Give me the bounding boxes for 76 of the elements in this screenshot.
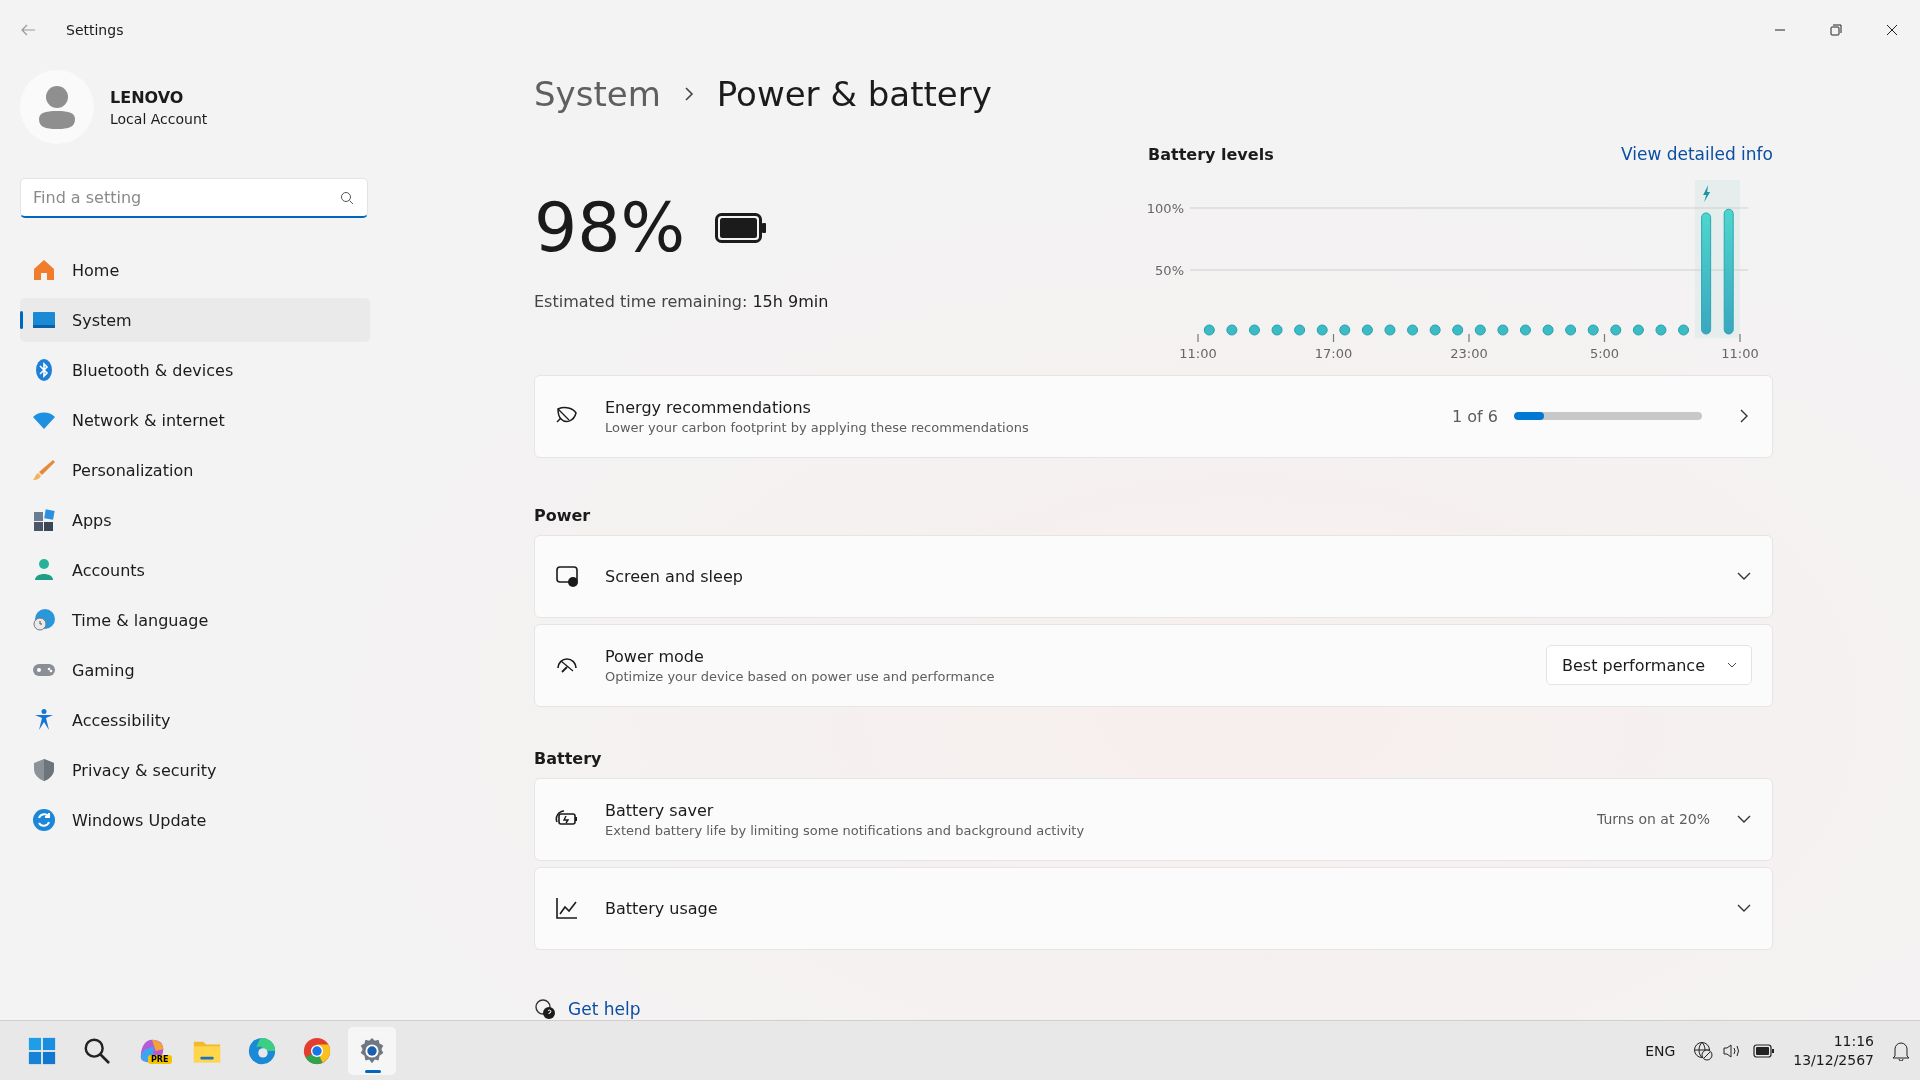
section-heading: Battery	[534, 748, 603, 768]
y-tick-label: 50%	[1155, 263, 1184, 278]
card-title: Screen and sleep	[605, 566, 744, 586]
account-name: LENOVO	[110, 87, 185, 107]
card-title: Battery usage	[605, 899, 719, 918]
breadcrumb-link[interactable]: System	[534, 74, 661, 114]
apps-icon	[32, 508, 56, 532]
charging-bolt-icon	[1703, 185, 1711, 202]
nav-item[interactable]: Time & language	[20, 598, 370, 642]
section-heading: Power	[534, 505, 592, 525]
chart-title: Battery levels	[1148, 144, 1274, 164]
language-indicator[interactable]: ENG	[1645, 1042, 1676, 1059]
x-tick-label: 5:00	[1589, 346, 1620, 361]
restore-icon[interactable]	[1830, 24, 1842, 36]
time-remaining: Estimated time remaining: 15h 9min	[534, 292, 829, 311]
clock-date[interactable]: 13/12/2567	[1793, 1050, 1874, 1070]
back-arrow-icon[interactable]	[20, 22, 36, 38]
nav-item[interactable]: Apps	[20, 498, 370, 542]
help-link[interactable]: Get help	[568, 999, 641, 1020]
windows-icon	[27, 1035, 57, 1066]
x-tick-label: 11:00	[1721, 346, 1759, 361]
nav-item[interactable]: Privacy & security	[20, 748, 370, 792]
globe-icon[interactable]	[1693, 1040, 1714, 1061]
card-subtitle: Extend battery life by limiting some notifications and background activity	[605, 822, 1086, 838]
brush-icon	[32, 458, 56, 482]
battery-icon[interactable]	[1753, 1043, 1776, 1058]
settings-card[interactable]: Battery usage	[534, 866, 1773, 951]
nav-item[interactable]: Home	[20, 248, 370, 292]
nav-item[interactable]: Bluetooth & devices	[20, 348, 370, 392]
screen-sleep-icon	[555, 564, 579, 589]
nav-item[interactable]: Accounts	[20, 548, 370, 592]
clock-time[interactable]: 11:16	[1833, 1031, 1874, 1051]
nav-item[interactable]: Windows Update	[20, 798, 370, 842]
energy-card[interactable]: Energy recommendations Lower your carbon footprint by applying these recommendations 1 of 6	[534, 374, 1773, 458]
nav-item[interactable]: Personalization	[20, 448, 370, 492]
search-field[interactable]: Find a setting	[20, 178, 368, 218]
card-title: Power mode	[605, 646, 705, 666]
link[interactable]: View detailed info	[1620, 144, 1773, 164]
card-subtitle: Optimize your device based on power use and performance	[605, 668, 996, 684]
home-icon	[32, 258, 56, 282]
edge-icon	[247, 1035, 277, 1066]
search-icon	[340, 191, 354, 205]
close-icon[interactable]	[1886, 24, 1898, 36]
settings-card[interactable]: Battery saver Extend battery life by limiting some notifications and background activity Turns on at 20%	[534, 777, 1773, 861]
chrome-icon	[302, 1035, 332, 1066]
battery-percentage: 98%	[534, 194, 686, 262]
page-title: Power & battery	[716, 74, 992, 114]
line-chart-icon	[555, 896, 579, 921]
x-tick-label: 23:00	[1450, 346, 1488, 361]
progress-count: 1 of 6	[1452, 406, 1498, 426]
dropdown[interactable]: Best performance	[1546, 645, 1752, 686]
nav-item[interactable]: Network & internet	[20, 398, 370, 442]
x-tick-label: 17:00	[1314, 346, 1353, 361]
person-silhouette-icon	[37, 85, 77, 129]
x-tick-label: 11:00	[1179, 346, 1217, 361]
preview-badge: PRE	[148, 1054, 172, 1064]
setting-value: Turns on at 20%	[1597, 811, 1710, 828]
shield-icon	[32, 758, 56, 782]
help-icon	[534, 998, 556, 1021]
nav-item[interactable]: Gaming	[20, 648, 370, 692]
card-title: Energy recommendations	[605, 397, 812, 417]
card-subtitle: Lower your carbon footprint by applying these recommendations	[605, 419, 1030, 435]
settings-card[interactable]: Screen and sleep	[534, 534, 1773, 618]
window-title: Settings	[66, 22, 124, 38]
globe-clock-icon	[32, 608, 56, 632]
bell-icon[interactable]	[1892, 1040, 1910, 1061]
y-tick-label: 100%	[1148, 201, 1184, 216]
account-type: Local Account	[110, 110, 208, 127]
person-icon	[32, 558, 56, 582]
settings-card[interactable]: Power mode Optimize your device based on power use and performance Best performance	[534, 623, 1773, 707]
nav-item[interactable]: System	[20, 298, 370, 342]
taskbar-button[interactable]: PRE	[128, 1026, 176, 1075]
card-title: Battery saver	[605, 800, 715, 820]
update-icon	[32, 808, 56, 832]
taskbar-button[interactable]	[348, 1026, 396, 1075]
nav-item[interactable]: Accessibility	[20, 698, 370, 742]
